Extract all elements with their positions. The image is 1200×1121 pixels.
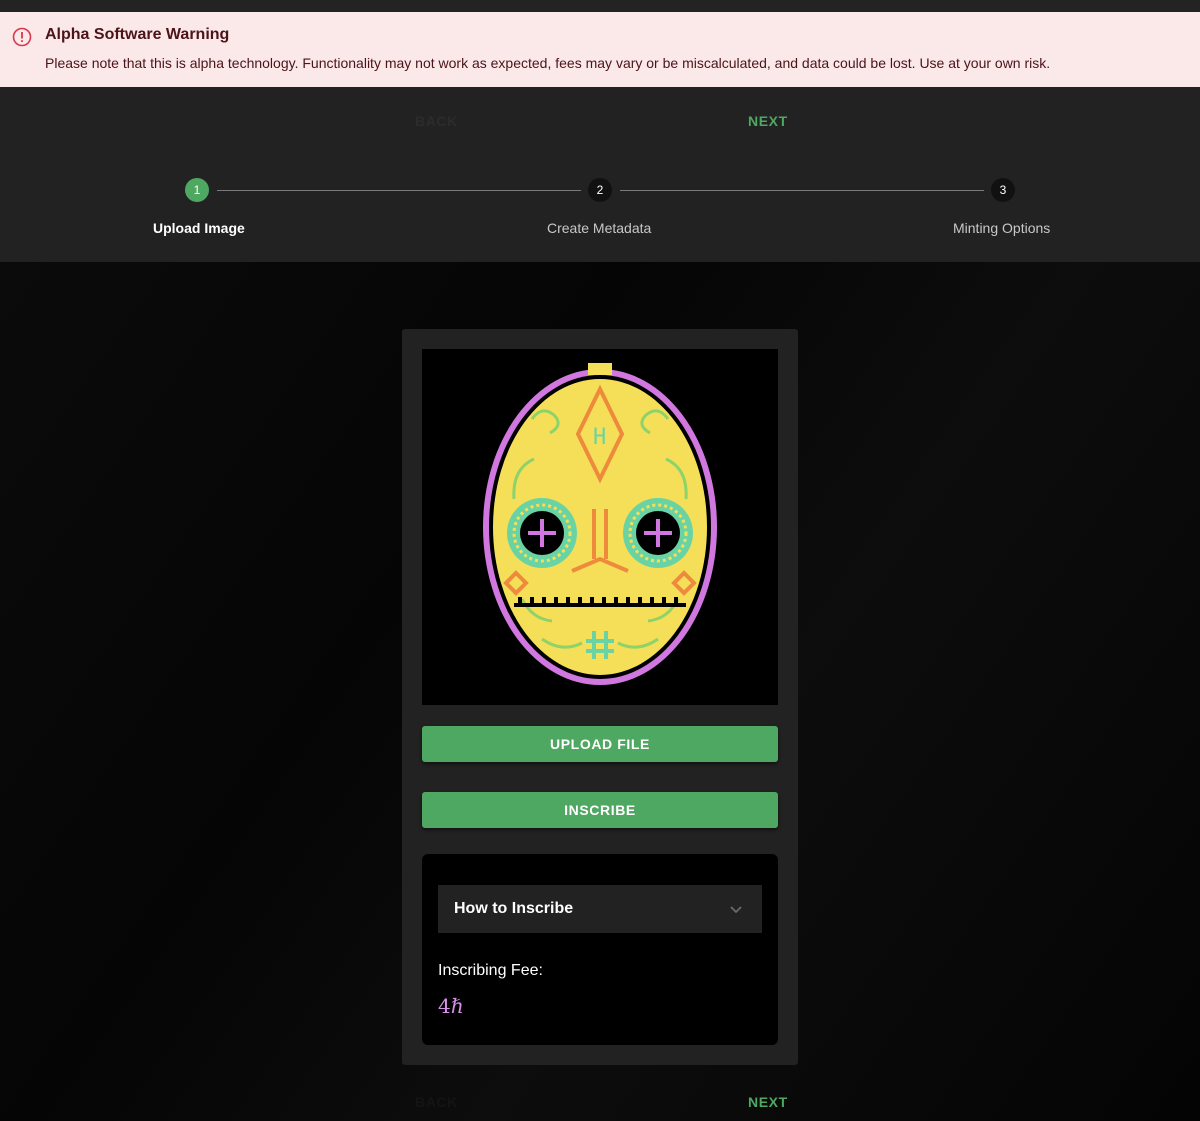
inscribe-button[interactable]: INSCRIBE	[422, 792, 778, 828]
stepper-panel: BACK NEXT 1 2 3 Upload Image Create Meta…	[0, 87, 1200, 262]
next-button[interactable]: NEXT	[748, 113, 788, 129]
alert-message: Please note that this is alpha technolog…	[45, 55, 1051, 71]
step-2-circle[interactable]: 2	[588, 178, 612, 202]
upload-file-button[interactable]: UPLOAD FILE	[422, 726, 778, 762]
chevron-down-icon[interactable]	[728, 901, 744, 917]
back-button-bottom[interactable]: BACK	[415, 1094, 458, 1110]
top-bar	[0, 0, 1200, 12]
step-1-label: Upload Image	[153, 220, 245, 236]
how-to-inscribe-accordion[interactable]: How to Inscribe	[438, 885, 762, 933]
inscribing-fee-label: Inscribing Fee:	[438, 962, 543, 979]
upload-card: H UPLOAD FILE INSCRIBE How to Inscribe I…	[402, 329, 798, 1065]
step-1-circle[interactable]: 1	[185, 178, 209, 202]
alpha-warning-alert: Alpha Software Warning Please note that …	[0, 12, 1200, 87]
error-outline-icon	[12, 27, 32, 47]
step-3-circle[interactable]: 3	[991, 178, 1015, 202]
inscribe-info-panel: How to Inscribe Inscribing Fee: 4ℏ	[422, 854, 778, 1045]
step-connector	[620, 190, 984, 191]
next-button-bottom[interactable]: NEXT	[748, 1094, 788, 1110]
back-button[interactable]: BACK	[415, 113, 458, 129]
step-3-label: Minting Options	[953, 220, 1051, 236]
sugar-skull-image: H	[483, 363, 717, 685]
svg-text:H: H	[593, 425, 606, 450]
step-connector	[217, 190, 581, 191]
step-2-label: Create Metadata	[547, 220, 652, 236]
alert-title: Alpha Software Warning	[45, 26, 230, 43]
inscribing-fee-value: 4ℏ	[438, 994, 464, 1018]
accordion-title: How to Inscribe	[454, 900, 574, 917]
image-preview: H	[422, 349, 778, 705]
